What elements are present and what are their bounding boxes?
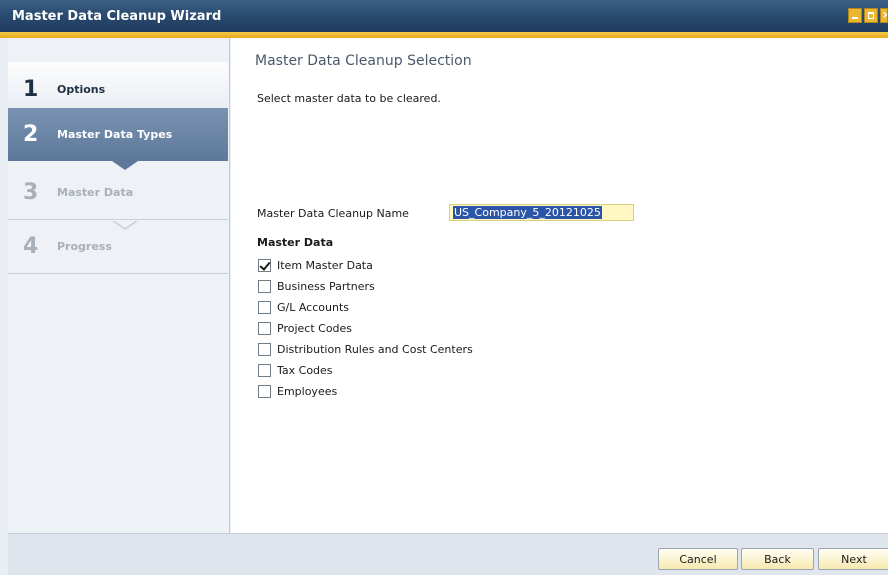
option-label: Employees	[277, 384, 338, 398]
option-tax-codes[interactable]: Tax Codes	[258, 362, 333, 378]
window-title: Master Data Cleanup Wizard	[12, 8, 222, 24]
option-label: Tax Codes	[277, 363, 333, 377]
step-master-data-types[interactable]: 2 Master Data Types	[8, 108, 228, 161]
window-titlebar: Master Data Cleanup Wizard ×	[0, 0, 888, 32]
page-title: Master Data Cleanup Selection	[255, 53, 472, 69]
step-label: Progress	[57, 240, 112, 253]
option-label: Distribution Rules and Cost Centers	[277, 342, 473, 356]
option-label: Item Master Data	[277, 258, 373, 272]
master-data-heading: Master Data	[257, 236, 334, 249]
step-master-data: 3 Master Data	[8, 166, 228, 220]
cleanup-name-value: US_Company_5_20121025	[453, 206, 602, 219]
maximize-icon[interactable]	[864, 8, 878, 23]
option-project-codes[interactable]: Project Codes	[258, 320, 352, 336]
step-number: 1	[23, 77, 39, 102]
step-label: Options	[57, 83, 106, 96]
step-label: Master Data	[57, 186, 134, 199]
step-label: Master Data Types	[57, 128, 173, 141]
option-gl-accounts[interactable]: G/L Accounts	[258, 299, 349, 315]
option-employees[interactable]: Employees	[258, 383, 337, 399]
wizard-content: Master Data Cleanup Selection Select mas…	[231, 38, 888, 533]
cleanup-name-label: Master Data Cleanup Name	[257, 207, 409, 220]
checkbox[interactable]	[258, 279, 271, 293]
option-label: G/L Accounts	[277, 300, 349, 314]
window-controls: ×	[848, 8, 888, 23]
option-label: Business Partners	[277, 279, 375, 293]
checkbox[interactable]	[258, 342, 271, 356]
checkbox[interactable]	[258, 384, 271, 398]
step-number: 4	[23, 234, 39, 259]
cleanup-name-field[interactable]: US_Company_5_20121025	[449, 204, 634, 221]
checkbox[interactable]	[258, 321, 271, 335]
minimize-icon[interactable]	[848, 8, 862, 23]
option-business-partners[interactable]: Business Partners	[258, 278, 375, 294]
option-distribution-rules[interactable]: Distribution Rules and Cost Centers	[258, 341, 473, 357]
option-label: Project Codes	[277, 321, 353, 335]
close-icon[interactable]: ×	[880, 8, 888, 23]
wizard-footer: Cancel Back Next	[8, 533, 888, 575]
next-button[interactable]: Next	[818, 548, 888, 570]
step-progress: 4 Progress	[8, 220, 228, 274]
wizard-steps-sidebar: 1 Options 2 Master Data Types 3 Master D…	[8, 38, 230, 533]
cancel-button[interactable]: Cancel	[658, 548, 738, 570]
checkbox[interactable]	[258, 363, 271, 377]
step-number: 3	[23, 180, 39, 205]
step-number: 2	[23, 122, 39, 147]
checkbox[interactable]	[258, 300, 271, 314]
back-button[interactable]: Back	[741, 548, 814, 570]
option-item-master-data[interactable]: Item Master Data	[258, 257, 373, 273]
page-description: Select master data to be cleared.	[257, 92, 441, 105]
checkbox-checked[interactable]	[258, 258, 271, 272]
